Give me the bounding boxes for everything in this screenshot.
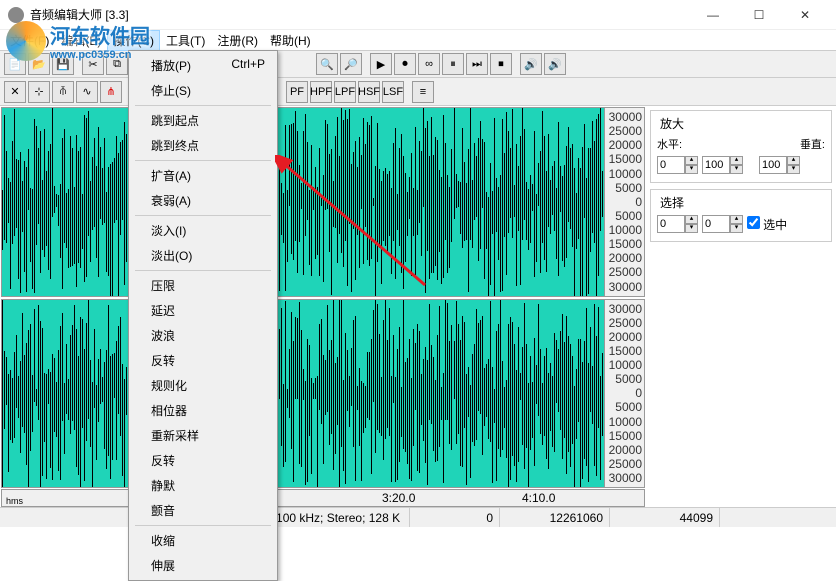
spin-down[interactable]: ▾: [730, 224, 743, 233]
filter-lpf[interactable]: LPF: [334, 81, 356, 103]
menu-normalize[interactable]: 规则化: [131, 373, 275, 398]
zoom-title: 放大: [657, 115, 687, 132]
status-pos-a: 0: [410, 508, 500, 527]
horiz-end-input[interactable]: [702, 156, 730, 174]
select-chk-label: 选中: [763, 218, 787, 232]
status-pos-b: 12261060: [500, 508, 610, 527]
menu-vibrato[interactable]: 颤音: [131, 498, 275, 523]
menu-jump-end[interactable]: 跳到终点: [131, 133, 275, 158]
amplitude-scale-left: 3000025000200001500010000500005000100001…: [604, 108, 644, 296]
new-button[interactable]: 📄: [4, 53, 26, 75]
zoom-in-button[interactable]: 🔍: [316, 53, 338, 75]
menu-silence[interactable]: 静默: [131, 473, 275, 498]
side-panel: 放大 水平: 垂直: ▴▾ ▴▾ ▴▾ 选择 ▴▾ ▴▾ 选中: [646, 106, 836, 507]
fx2-button[interactable]: ⊹: [28, 81, 50, 103]
vert-label: 垂直:: [800, 136, 825, 152]
titlebar: 音频编辑大师 [3.3] — ☐ ✕: [0, 0, 836, 30]
toolbar-main: 📄 📂 💾 ✂ ⧉ 📋 🔍 🔎 ▶ ⏺ ∞ ⏸ ⏭ ⏹ 🔊 🔊: [0, 50, 836, 78]
open-button[interactable]: 📂: [28, 53, 50, 75]
filter-lsf[interactable]: LSF: [382, 81, 404, 103]
menu-operate[interactable]: 操作(C): [107, 30, 160, 51]
app-icon: [8, 7, 24, 23]
eq-button[interactable]: ≡: [412, 81, 434, 103]
select-group: 选择 ▴▾ ▴▾ 选中: [650, 189, 832, 242]
save-button[interactable]: 💾: [52, 53, 74, 75]
zoom-group: 放大 水平: 垂直: ▴▾ ▴▾ ▴▾: [650, 110, 832, 183]
step-button[interactable]: ⏭: [466, 53, 488, 75]
toolbar-effects: ✕ ⊹ ⫚ ∿ ⋔ PF HPF LPF HSF LSF ≡: [0, 78, 836, 106]
menu-resample[interactable]: 重新采样: [131, 423, 275, 448]
menu-jump-start[interactable]: 跳到起点: [131, 108, 275, 133]
time-tick: 3:20.0: [382, 491, 415, 505]
spin-up[interactable]: ▴: [685, 156, 698, 165]
menu-wave[interactable]: 波浪: [131, 323, 275, 348]
menu-edit[interactable]: 编辑(E): [55, 30, 107, 51]
zoom-out-button[interactable]: 🔎: [340, 53, 362, 75]
close-button[interactable]: ✕: [782, 0, 828, 30]
spin-up[interactable]: ▴: [730, 215, 743, 224]
select-title: 选择: [657, 194, 687, 211]
menu-register[interactable]: 注册(R): [211, 30, 264, 51]
menu-phaser[interactable]: 相位器: [131, 398, 275, 423]
spin-down[interactable]: ▾: [685, 165, 698, 174]
select-start-input[interactable]: [657, 215, 685, 233]
fx4-button[interactable]: ∿: [76, 81, 98, 103]
menu-help[interactable]: 帮助(H): [264, 30, 317, 51]
filter-hsf[interactable]: HSF: [358, 81, 380, 103]
cut-button[interactable]: ✂: [82, 53, 104, 75]
menu-stretch[interactable]: 伸展: [131, 553, 275, 578]
waveform-area: smpl 30000250002000015000100005000050001…: [0, 106, 646, 507]
fx5-button[interactable]: ⋔: [100, 81, 122, 103]
select-end-input[interactable]: [702, 215, 730, 233]
spin-down[interactable]: ▾: [787, 165, 800, 174]
amplitude-scale-right: 3000025000200001500010000500005000100001…: [604, 300, 644, 488]
menu-limit[interactable]: 压限: [131, 273, 275, 298]
operate-dropdown: 播放(P)Ctrl+P 停止(S) 跳到起点 跳到终点 扩音(A) 衰弱(A) …: [128, 50, 278, 581]
minimize-button[interactable]: —: [690, 0, 736, 30]
statusbar: layer-3; 44,100 kHz; Stereo; 128 K 0 122…: [0, 507, 836, 527]
menu-fade-out[interactable]: 淡出(O): [131, 243, 275, 268]
filter-pf[interactable]: PF: [286, 81, 308, 103]
time-tick: 4:10.0: [522, 491, 555, 505]
stop-button[interactable]: ⏹: [490, 53, 512, 75]
window-title: 音频编辑大师 [3.3]: [30, 6, 690, 23]
play-button[interactable]: ▶: [370, 53, 392, 75]
horiz-label: 水平:: [657, 136, 682, 152]
spin-up[interactable]: ▴: [730, 156, 743, 165]
loop-button[interactable]: ∞: [418, 53, 440, 75]
menu-fade-in[interactable]: 淡入(I): [131, 218, 275, 243]
vert-input[interactable]: [759, 156, 787, 174]
menu-reverse[interactable]: 反转: [131, 448, 275, 473]
fx1-button[interactable]: ✕: [4, 81, 26, 103]
fx3-button[interactable]: ⫚: [52, 81, 74, 103]
speaker-right-button[interactable]: 🔊: [544, 53, 566, 75]
waveform-right-channel[interactable]: 3000025000200001500010000500005000100001…: [1, 299, 645, 489]
menu-tool[interactable]: 工具(T): [160, 30, 211, 51]
menubar: 文件(F) 编辑(E) 操作(C) 工具(T) 注册(R) 帮助(H): [0, 30, 836, 50]
spin-down[interactable]: ▾: [685, 224, 698, 233]
menu-delay[interactable]: 延迟: [131, 298, 275, 323]
menu-amplify[interactable]: 扩音(A): [131, 163, 275, 188]
waveform-left-channel[interactable]: 3000025000200001500010000500005000100001…: [1, 107, 645, 297]
maximize-button[interactable]: ☐: [736, 0, 782, 30]
pause-button[interactable]: ⏸: [442, 53, 464, 75]
menu-attenuate[interactable]: 衰弱(A): [131, 188, 275, 213]
copy-button[interactable]: ⧉: [106, 53, 128, 75]
status-pos-c: 44099: [610, 508, 720, 527]
spin-up[interactable]: ▴: [685, 215, 698, 224]
menu-invert[interactable]: 反转: [131, 348, 275, 373]
menu-stop[interactable]: 停止(S): [131, 78, 275, 103]
spin-up[interactable]: ▴: [787, 156, 800, 165]
speaker-left-button[interactable]: 🔊: [520, 53, 542, 75]
spin-down[interactable]: ▾: [730, 165, 743, 174]
menu-file[interactable]: 文件(F): [4, 30, 55, 51]
menu-shrink[interactable]: 收缩: [131, 528, 275, 553]
menu-play[interactable]: 播放(P)Ctrl+P: [131, 53, 275, 78]
horiz-start-input[interactable]: [657, 156, 685, 174]
time-ruler[interactable]: hms 2:30.0 3:20.0 4:10.0: [1, 489, 645, 507]
select-checkbox[interactable]: [747, 216, 760, 229]
time-unit: hms: [6, 496, 23, 506]
filter-hpf[interactable]: HPF: [310, 81, 332, 103]
record-button[interactable]: ⏺: [394, 53, 416, 75]
